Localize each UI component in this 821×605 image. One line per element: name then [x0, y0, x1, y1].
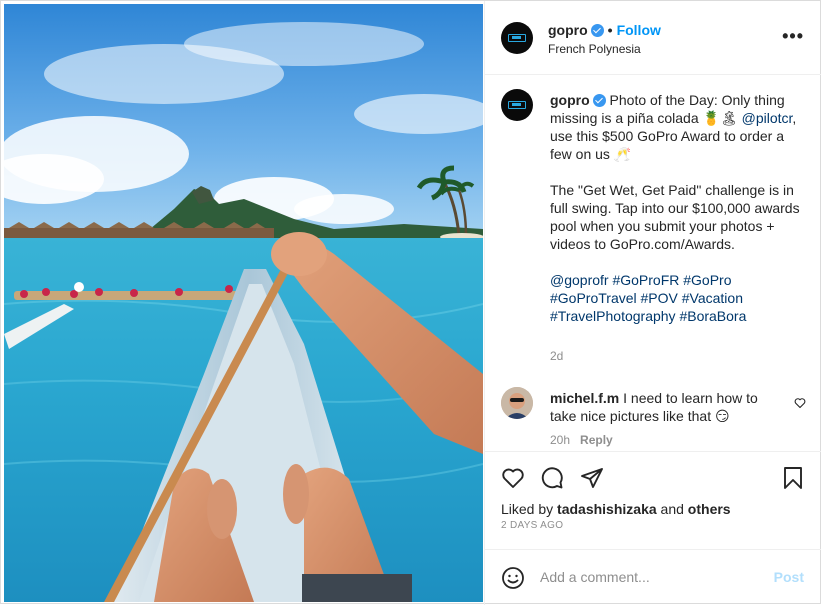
verified-badge-icon — [590, 24, 604, 37]
liked-by-others[interactable]: others — [688, 501, 731, 517]
separator-dot: • — [607, 22, 613, 38]
add-comment-bar: Post — [485, 549, 821, 605]
mention-link[interactable]: @pilotcr — [742, 110, 793, 126]
commenter-avatar[interactable] — [501, 387, 533, 419]
commenter-username[interactable]: michel.f.m — [550, 390, 619, 406]
post-side-panel: gopro • Follow French Polynesia ••• gopro … — [484, 1, 821, 605]
share-paper-plane-icon[interactable] — [580, 466, 604, 490]
gopro-logo-icon — [508, 101, 526, 109]
comment-item: michel.f.m I need to learn how to take n… — [485, 385, 821, 451]
comment-bubble-icon[interactable] — [540, 466, 564, 490]
liked-by-prefix: Liked by — [501, 501, 554, 517]
username[interactable]: gopro — [548, 22, 588, 38]
liked-by-and: and — [660, 501, 684, 517]
comment-like-heart-icon[interactable] — [794, 397, 806, 409]
liked-by-text: Liked by tadashishizaka and others — [501, 501, 731, 517]
more-dots-icon[interactable]: ••• — [782, 26, 804, 47]
location-link[interactable]: French Polynesia — [548, 42, 641, 56]
emoji-smiley-icon[interactable] — [501, 566, 525, 590]
post-actions: Liked by tadashishizaka and others 2 DAY… — [485, 451, 821, 549]
hashtags[interactable]: @goprofr #GoProFR #GoPro #GoProTravel #P… — [550, 271, 808, 325]
avatar[interactable] — [501, 22, 533, 54]
caption-avatar[interactable] — [501, 89, 533, 121]
caption-paragraph-2: The "Get Wet, Get Paid" challenge is in … — [550, 182, 800, 252]
post-comment-button[interactable]: Post — [774, 569, 804, 585]
caption-username[interactable]: gopro — [550, 92, 590, 108]
comment-timestamp[interactable]: 20h — [550, 433, 570, 447]
commenter-photo — [501, 387, 533, 419]
add-comment-input[interactable] — [540, 567, 760, 587]
verified-badge-icon — [592, 94, 606, 107]
save-bookmark-icon[interactable] — [782, 466, 804, 490]
post-date[interactable]: 2 DAYS AGO — [501, 520, 563, 531]
post-modal: gopro • Follow French Polynesia ••• gopro … — [0, 0, 821, 605]
reply-button[interactable]: Reply — [580, 433, 613, 447]
like-heart-icon[interactable] — [500, 466, 526, 490]
liked-by-user[interactable]: tadashishizaka — [557, 501, 657, 517]
caption-text: gopro Photo of the Day: Only thing missi… — [550, 91, 808, 325]
post-photo[interactable] — [4, 4, 483, 602]
follow-button[interactable]: Follow — [617, 22, 661, 38]
post-header: gopro • Follow French Polynesia ••• — [485, 1, 821, 75]
photo-canoe-bora-bora — [4, 4, 483, 602]
caption-timestamp[interactable]: 2d — [550, 349, 563, 363]
gopro-logo-icon — [508, 34, 526, 42]
